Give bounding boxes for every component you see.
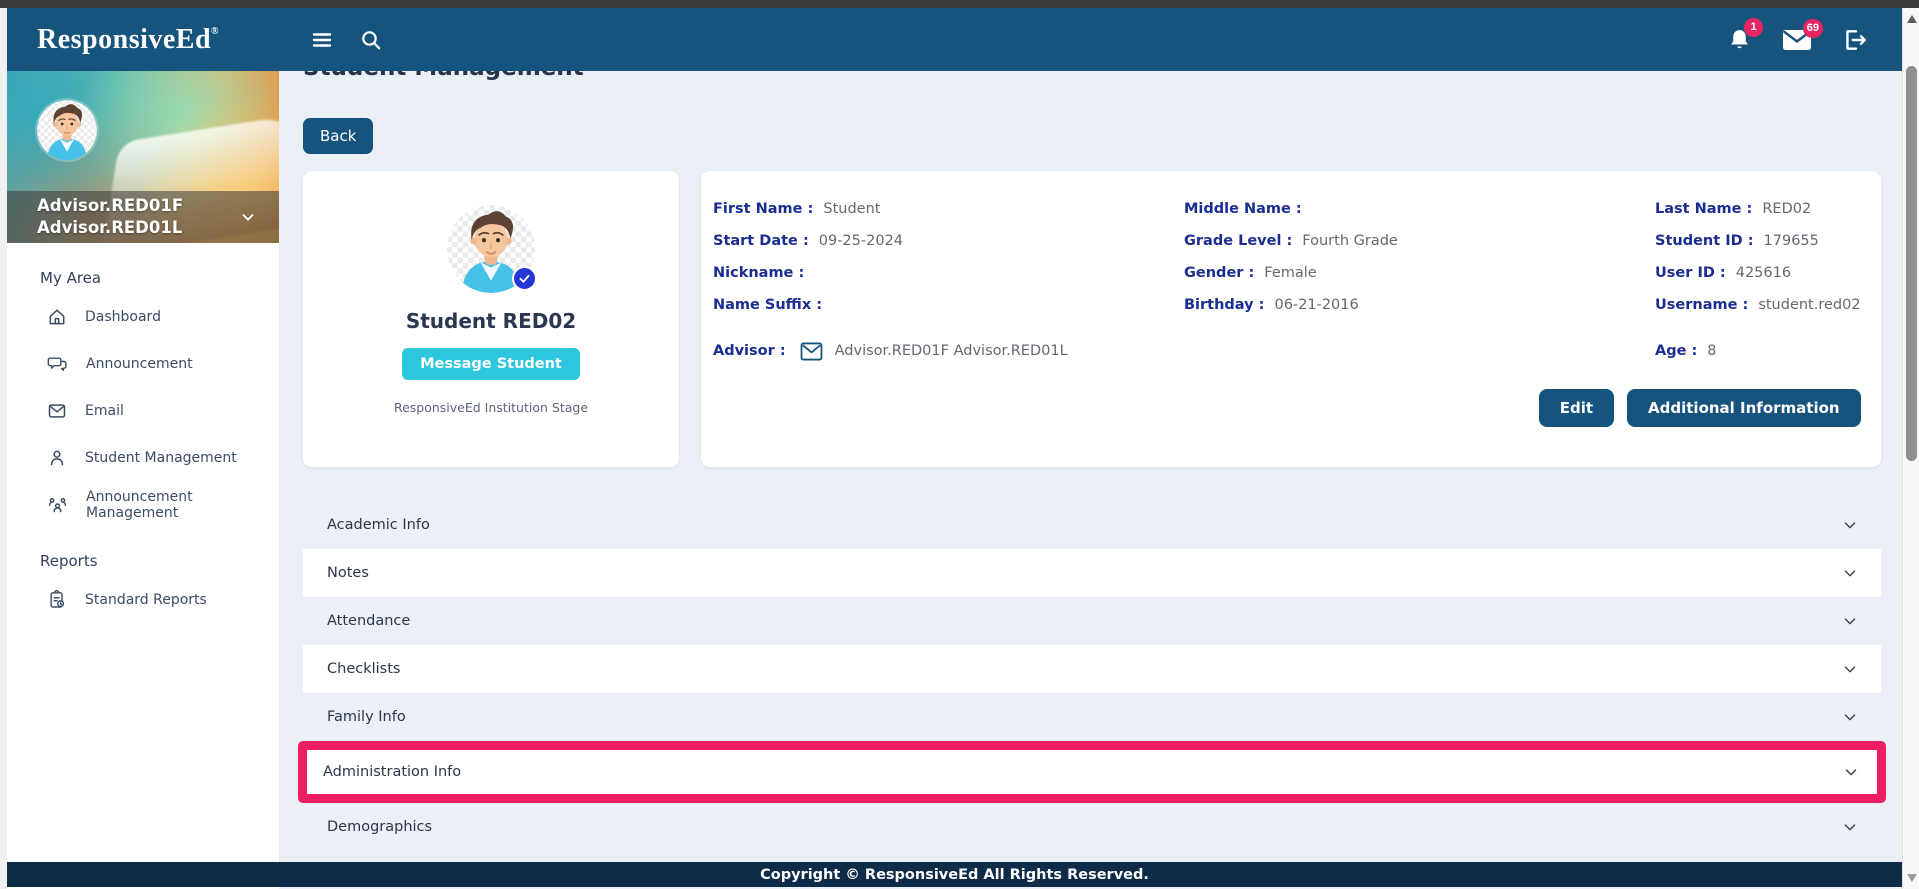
nav-section-reports: Reports: [7, 552, 279, 570]
search-icon[interactable]: [359, 28, 383, 52]
nav-section-my-area: My Area: [7, 269, 279, 287]
sidebar: Advisor.RED01F Advisor.RED01L My Area: [7, 71, 279, 889]
chevron-down-icon[interactable]: [1841, 612, 1859, 630]
footer-bar: Copyright © ResponsiveEd All Rights Rese…: [7, 862, 1902, 887]
top-header-bar: ResponsiveEd® 1: [7, 8, 1902, 71]
sidebar-item-label: Announcement: [86, 356, 193, 372]
info-row: Middle Name: [1184, 193, 1655, 225]
notifications-bell-icon[interactable]: 1: [1727, 27, 1752, 53]
header-right-icons: 1 69: [1727, 27, 1868, 53]
scrollbar-thumb[interactable]: [1906, 66, 1917, 461]
person-icon: [47, 448, 67, 468]
info-row: Nickname: [713, 257, 1184, 289]
info-row: Student ID179655: [1655, 225, 1861, 257]
student-profile-card: Student RED02 Message Student Responsive…: [303, 171, 679, 467]
sidebar-item-student-management[interactable]: Student Management: [7, 434, 279, 481]
app-window: ResponsiveEd® 1: [0, 0, 1919, 889]
chevron-down-icon[interactable]: [1841, 818, 1859, 836]
chevron-down-icon[interactable]: [1841, 564, 1859, 582]
copyright-text: Copyright © ResponsiveEd All Rights Rese…: [760, 867, 1149, 883]
advisor-avatar: [37, 100, 97, 160]
main-content: Student Management Back Stu: [279, 71, 1918, 889]
chevron-down-icon[interactable]: [1841, 516, 1859, 534]
hamburger-menu-icon[interactable]: [311, 31, 333, 49]
accordion-row-family-info[interactable]: Family Info: [303, 693, 1881, 741]
sidebar-item-announcement[interactable]: Announcement: [7, 340, 279, 387]
accordion-row-checklists[interactable]: Checklists: [303, 645, 1881, 693]
clipboard-clock-icon: [47, 589, 67, 610]
accordion-row-notes[interactable]: Notes: [303, 549, 1881, 597]
info-row: Usernamestudent.red02: [1655, 289, 1861, 321]
logo-text: ResponsiveEd: [37, 24, 211, 55]
message-student-button[interactable]: Message Student: [402, 348, 580, 380]
sidebar-nav: My Area Dashboard: [7, 243, 279, 623]
app-chrome: ResponsiveEd® 1: [7, 8, 1902, 889]
chevron-down-icon[interactable]: [1842, 763, 1860, 781]
chevron-down-icon[interactable]: [1841, 660, 1859, 678]
additional-information-button[interactable]: Additional Information: [1627, 389, 1861, 427]
notification-count-badge: 1: [1744, 18, 1763, 37]
mail-icon[interactable]: 69: [1782, 28, 1812, 52]
sidebar-item-dashboard[interactable]: Dashboard: [7, 293, 279, 340]
page-scrollbar[interactable]: [1902, 8, 1919, 889]
sidebar-profile-banner: Advisor.RED01F Advisor.RED01L: [7, 71, 279, 243]
scrollbar-up-arrow-icon[interactable]: [1907, 15, 1917, 23]
info-row: Birthday06-21-2016: [1184, 289, 1655, 321]
people-group-icon: [47, 495, 68, 515]
accordion-row-administration-info[interactable]: Administration Info: [298, 741, 1886, 803]
advisor-name-line2: Advisor.RED01L: [37, 217, 183, 239]
logout-icon[interactable]: [1842, 27, 1868, 53]
envelope-icon: [47, 401, 67, 421]
profile-chevron-down-icon[interactable]: [239, 208, 257, 226]
verified-check-icon: [512, 266, 537, 291]
back-button[interactable]: Back: [303, 118, 373, 154]
info-row: User ID425616: [1655, 257, 1861, 289]
mail-count-badge: 69: [1803, 19, 1823, 38]
accordion-row-academic-info[interactable]: Academic Info: [303, 501, 1881, 549]
info-row: Name Suffix: [713, 289, 1184, 321]
advisor-name-line1: Advisor.RED01F: [37, 195, 183, 217]
window-left-edge: [0, 8, 7, 889]
advisor-name-band[interactable]: Advisor.RED01F Advisor.RED01L: [7, 191, 279, 243]
info-row: First NameStudent: [713, 193, 1184, 225]
chat-bubbles-icon: [47, 354, 68, 374]
sidebar-item-label: Announcement Management: [86, 489, 279, 521]
sidebar-item-label: Email: [85, 403, 124, 419]
chevron-down-icon[interactable]: [1841, 708, 1859, 726]
student-name: Student RED02: [406, 309, 576, 333]
home-icon: [47, 307, 67, 327]
sidebar-item-email[interactable]: Email: [7, 387, 279, 434]
advisor-mail-icon[interactable]: [800, 342, 823, 361]
info-column-1: First NameStudent Start Date09-25-2024 N…: [713, 193, 1184, 467]
info-row: GenderFemale: [1184, 257, 1655, 289]
student-info-card: First NameStudent Start Date09-25-2024 N…: [701, 171, 1881, 467]
advisor-row: Advisor Advisor.RED01F Advisor.RED01L: [713, 335, 1184, 367]
accordion-row-demographics[interactable]: Demographics: [303, 803, 1881, 851]
sidebar-item-label: Standard Reports: [85, 592, 207, 608]
edit-button[interactable]: Edit: [1539, 389, 1614, 427]
sidebar-item-standard-reports[interactable]: Standard Reports: [7, 576, 279, 623]
window-top-strip: [0, 0, 1919, 8]
sidebar-item-label: Student Management: [85, 450, 237, 466]
logo-registered-mark: ®: [211, 26, 219, 37]
sidebar-item-announcement-management[interactable]: Announcement Management: [7, 481, 279, 528]
scrollbar-down-arrow-icon[interactable]: [1907, 874, 1917, 882]
info-row: Grade LevelFourth Grade: [1184, 225, 1655, 257]
student-sections-accordion: Academic Info Notes Attendance Checklist…: [303, 501, 1881, 851]
institution-label: ResponsiveEd Institution Stage: [394, 400, 588, 415]
info-row: Last NameRED02: [1655, 193, 1861, 225]
sidebar-item-label: Dashboard: [85, 309, 161, 325]
responsiveed-logo[interactable]: ResponsiveEd®: [37, 24, 219, 56]
info-row: Start Date09-25-2024: [713, 225, 1184, 257]
accordion-row-attendance[interactable]: Attendance: [303, 597, 1881, 645]
age-row: Age8: [1655, 335, 1861, 367]
